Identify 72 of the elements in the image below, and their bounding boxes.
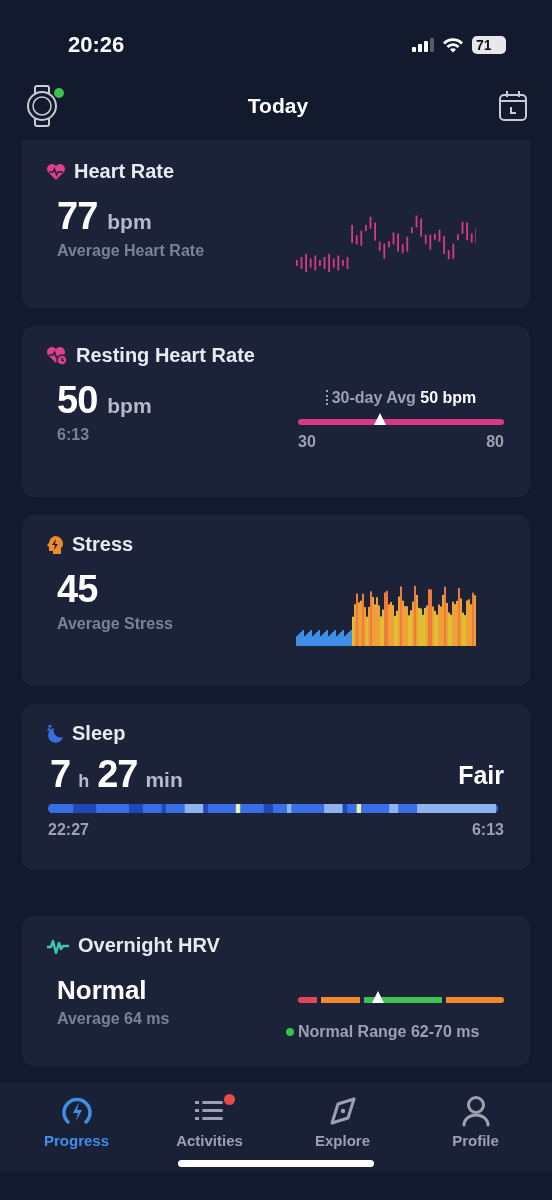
heart-rate-bar — [332, 258, 335, 268]
heart-rate-bar — [392, 232, 395, 245]
watch-icon[interactable] — [26, 84, 58, 127]
heart-rate-bar — [300, 257, 303, 269]
wifi-icon — [442, 36, 464, 53]
metric-card[interactable]: Resting Heart Rate 50 bpm 6:13 30-day Avg 50 bpm 30 80 — [22, 326, 530, 497]
metric-card[interactable]: Heart Rate 77 bpm Average Heart Rate — [22, 140, 530, 308]
signal-icon — [412, 37, 434, 52]
heart-rate-bar — [461, 221, 464, 234]
metric-card[interactable]: Overnight HRV Normal Average 64 ms Normal Range 62-70 ms — [22, 916, 530, 1066]
card-title: Heart Rate — [74, 160, 175, 183]
heart-rate-bar — [355, 235, 358, 245]
heart-rate-bar — [337, 255, 340, 271]
tab[interactable]: Explore — [287, 1094, 398, 1172]
sleep-end: 6:13 — [471, 821, 504, 839]
page-title: Today — [247, 93, 309, 118]
heart-rate-bar — [360, 230, 363, 246]
metric-caption: Average Stress — [57, 615, 173, 633]
heart-rate-bar — [452, 243, 455, 259]
tab[interactable]: Progress — [21, 1094, 132, 1172]
average-text: 30-day Avg 50 bpm — [325, 389, 477, 407]
hours-unit: h — [78, 771, 90, 792]
card-title: Sleep — [72, 722, 126, 745]
status-time: 20:26 — [68, 30, 125, 58]
metric-unit: bpm — [107, 394, 152, 418]
progress-icon — [59, 1095, 94, 1127]
person-icon — [460, 1095, 491, 1127]
metric-value: 77 — [57, 195, 98, 238]
metric-value: 45 — [57, 568, 98, 611]
heart-rate-bar — [424, 234, 427, 244]
sleep-start: 22:27 — [48, 821, 89, 839]
heart-rate-bar — [401, 244, 404, 254]
minutes-value: 27 — [97, 753, 138, 796]
heart-rate-bar — [323, 257, 326, 269]
heart-rate-bar — [470, 233, 473, 243]
sleep-rating: Fair — [458, 761, 504, 790]
heart-rate-bar — [429, 234, 432, 250]
metric-value: 50 — [57, 379, 98, 422]
battery-level: 71 — [472, 35, 506, 54]
range-min: 30 — [298, 433, 316, 451]
moon-icon — [46, 724, 64, 743]
heart-rate-bar — [406, 236, 409, 252]
heart-rate-bar — [314, 255, 317, 271]
heart-rate-bar — [438, 229, 441, 242]
minutes-unit: min — [145, 768, 183, 792]
card-title: Resting Heart Rate — [76, 344, 255, 367]
heart-rate-bar — [383, 243, 386, 259]
card-title: Overnight HRV — [78, 934, 220, 957]
heart-rate-bar — [369, 216, 372, 229]
pulse-icon — [46, 937, 70, 954]
range-text: Normal Range 62-70 ms — [298, 1023, 480, 1041]
heart-rate-bar — [378, 241, 381, 251]
lightning-head-icon — [46, 534, 64, 555]
metric-caption: Average Heart Rate — [57, 242, 205, 260]
heart-icon — [46, 162, 66, 181]
heart-rate-bar — [415, 215, 418, 228]
heart-clock-icon — [46, 345, 68, 366]
range-max: 80 — [486, 433, 504, 451]
measure-time: 6:13 — [57, 426, 91, 444]
card-title: Stress — [72, 533, 134, 556]
metric-card[interactable]: Stress 45 Average Stress — [22, 515, 530, 686]
metric-caption: Average 64 ms — [57, 1010, 170, 1028]
calendar-icon[interactable] — [498, 89, 528, 122]
heart-rate-bar — [309, 258, 312, 268]
hrv-status: Normal — [57, 975, 148, 1006]
metric-unit: bpm — [107, 210, 152, 234]
metric-card[interactable]: Sleep 7 h 27 min Fair 22:27 6:13 — [22, 704, 530, 870]
hours-value: 7 — [50, 753, 71, 796]
range-dot — [286, 1028, 294, 1036]
tab[interactable]: Profile — [420, 1094, 531, 1172]
heart-rate-bar — [346, 257, 349, 269]
heart-rate-bar — [447, 250, 450, 260]
